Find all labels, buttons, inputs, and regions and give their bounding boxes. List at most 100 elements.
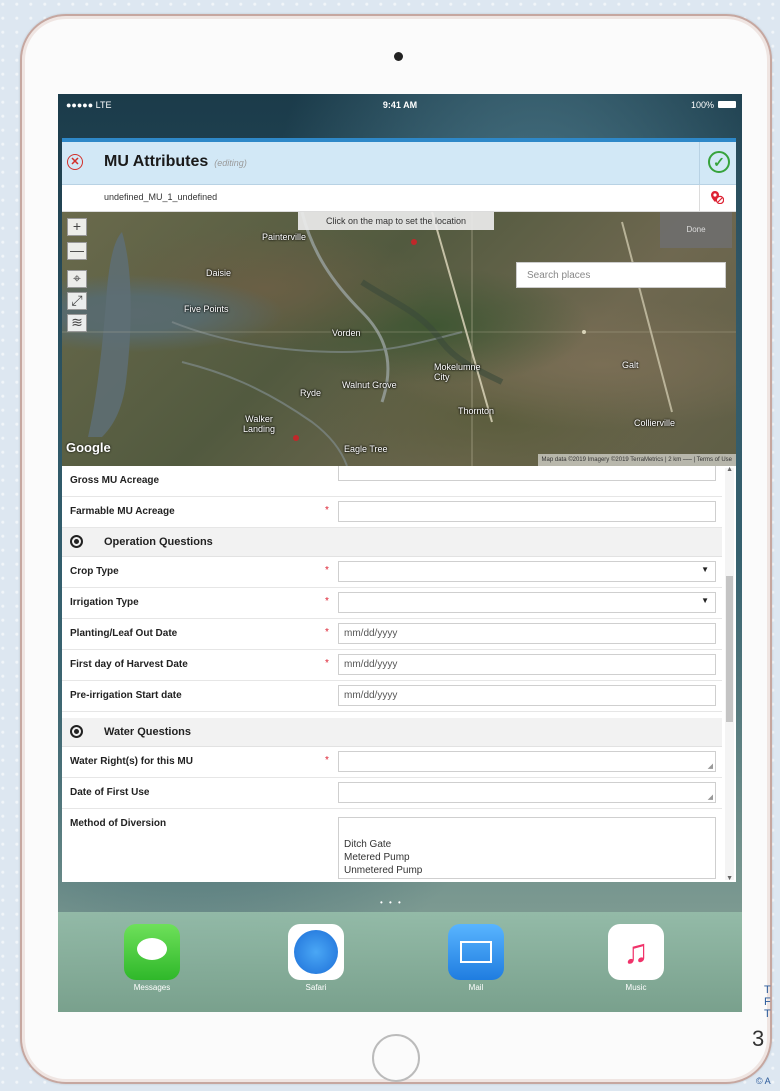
mu-attributes-panel: ✕ MU Attributes (editing) ✓ undefined_MU_… <box>62 138 736 882</box>
field-label: Planting/Leaf Out Date <box>70 628 178 639</box>
scrollbar-thumb[interactable] <box>726 576 733 722</box>
map-place-label: Galt <box>622 360 639 370</box>
form-row-harvest-date: First day of Harvest Date * mm/dd/yyyy <box>62 650 722 681</box>
done-button[interactable]: Done <box>660 212 732 248</box>
clock: 9:41 AM <box>382 100 418 110</box>
list-option[interactable]: Unmetered Pump <box>344 864 715 877</box>
required-marker: * <box>325 627 329 638</box>
field-label: Farmable MU Acreage <box>70 506 175 517</box>
form-row-preirrigation-date: Pre-irrigation Start date mm/dd/yyyy <box>62 681 722 712</box>
farmable-acreage-input[interactable] <box>338 501 716 522</box>
field-label: Crop Type <box>70 566 119 577</box>
location-off-icon[interactable] <box>710 190 724 204</box>
dock-app-safari[interactable]: Safari <box>286 924 346 992</box>
slide-corner-text: T F T <box>764 984 771 1020</box>
map-place-label: Mokelumne City <box>434 362 481 382</box>
map-place-label: Five Points <box>184 304 229 314</box>
scroll-up-arrow-icon[interactable]: ▲ <box>726 466 733 473</box>
form-row-first-use: Date of First Use ◢ <box>62 778 722 809</box>
app-label: Safari <box>305 983 327 992</box>
diversion-method-listbox[interactable]: Ditch Gate Metered Pump Unmetered Pump <box>338 817 716 879</box>
messages-icon[interactable] <box>124 924 180 980</box>
scroll-down-arrow-icon[interactable]: ▼ <box>726 875 733 882</box>
collapse-toggle-icon[interactable] <box>70 725 83 738</box>
map-place-label: Walker Landing <box>242 414 276 434</box>
map-place-label: Vorden <box>332 328 361 338</box>
required-marker: * <box>325 658 329 669</box>
app-label: Mail <box>468 983 484 992</box>
record-bar: undefined_MU_1_undefined <box>62 185 736 212</box>
field-label: Method of Diversion <box>70 818 167 829</box>
panel-header: ✕ MU Attributes (editing) ✓ <box>62 142 736 185</box>
list-option[interactable]: Metered Pump <box>344 851 715 864</box>
water-rights-textarea[interactable]: ◢ <box>338 751 716 772</box>
app-label: Messages <box>133 983 171 992</box>
required-marker: * <box>325 596 329 607</box>
safari-icon[interactable] <box>288 924 344 980</box>
first-use-textarea[interactable]: ◢ <box>338 782 716 803</box>
status-bar: ●●●●● LTE 9:41 AM 100% <box>58 94 742 116</box>
water-questions-header[interactable]: Water Questions <box>62 718 722 747</box>
operation-questions-header[interactable]: Operation Questions <box>62 528 722 557</box>
battery-icon <box>718 101 736 108</box>
zoom-extent-icon[interactable]: ⤢ <box>67 292 87 310</box>
form-row-farmable-acreage: Farmable MU Acreage * <box>62 497 722 528</box>
locate-icon[interactable]: ⌖ <box>67 270 87 288</box>
front-camera <box>394 52 403 61</box>
music-icon[interactable]: ♫ <box>608 924 664 980</box>
title-text: MU Attributes <box>104 153 209 170</box>
google-logo: Google <box>66 440 111 455</box>
field-label: Gross MU Acreage <box>70 475 160 486</box>
harvest-date-input[interactable]: mm/dd/yyyy <box>338 654 716 675</box>
record-divider <box>699 185 700 211</box>
planting-date-input[interactable]: mm/dd/yyyy <box>338 623 716 644</box>
gross-acreage-input[interactable] <box>338 466 716 481</box>
resize-handle-icon[interactable]: ◢ <box>708 793 713 801</box>
panel-title: MU Attributes (editing) <box>104 153 247 171</box>
slide-copyright: © A <box>756 1076 771 1086</box>
collapse-toggle-icon[interactable] <box>70 535 83 548</box>
form-row-crop-type: Crop Type * ▼ <box>62 557 722 588</box>
search-places-input[interactable]: Search places <box>516 262 726 288</box>
map-place-label: Ryde <box>300 388 322 398</box>
ipad-screen: ●●●●● LTE 9:41 AM 100% ✕ MU Attributes (e… <box>58 94 742 1012</box>
map-place-label: Collierville <box>634 418 676 428</box>
required-marker: * <box>325 565 329 576</box>
map-place-label: Walnut Grove <box>342 380 397 390</box>
editing-status: (editing) <box>214 158 247 168</box>
form-row-planting-date: Planting/Leaf Out Date * mm/dd/yyyy <box>62 619 722 650</box>
record-name: undefined_MU_1_undefined <box>104 192 218 202</box>
attributes-form: Gross MU Acreage Farmable MU Acreage * O… <box>62 466 736 882</box>
zoom-out-button[interactable]: — <box>67 242 87 260</box>
section-title: Operation Questions <box>104 536 213 548</box>
resize-handle-icon[interactable]: ◢ <box>708 762 713 770</box>
confirm-check-icon[interactable]: ✓ <box>708 151 730 173</box>
zoom-in-button[interactable]: + <box>67 218 87 236</box>
app-label: Music <box>625 983 647 992</box>
dock-app-messages[interactable]: Messages <box>122 924 182 992</box>
crop-type-select[interactable]: ▼ <box>338 561 716 582</box>
dock-app-mail[interactable]: Mail <box>446 924 506 992</box>
field-label: Pre-irrigation Start date <box>70 690 182 701</box>
irrigation-type-select[interactable]: ▼ <box>338 592 716 613</box>
dock-app-music[interactable]: ♫ Music <box>606 924 666 992</box>
list-option[interactable]: Ditch Gate <box>344 838 715 851</box>
close-icon[interactable]: ✕ <box>67 154 83 170</box>
required-marker: * <box>325 755 329 766</box>
required-marker: * <box>325 505 329 516</box>
dock: Messages Safari Mail ♫ Music <box>58 912 742 1012</box>
form-row-gross-acreage: Gross MU Acreage <box>62 466 722 497</box>
section-title: Water Questions <box>104 726 191 738</box>
form-row-diversion-method: Method of Diversion Ditch Gate Metered P… <box>62 809 722 882</box>
map-place-label: Eagle Tree <box>344 444 388 454</box>
location-map[interactable]: Daisie Painterville Five Points Vorden M… <box>62 212 736 466</box>
preirrigation-date-input[interactable]: mm/dd/yyyy <box>338 685 716 706</box>
mail-icon[interactable] <box>448 924 504 980</box>
field-label: Irrigation Type <box>70 597 139 608</box>
map-place-label: Daisie <box>206 268 232 278</box>
layers-icon[interactable]: ≋ <box>67 314 87 332</box>
field-label: Water Right(s) for this MU <box>70 756 193 767</box>
home-button[interactable] <box>372 1034 420 1082</box>
header-divider <box>699 142 700 184</box>
form-row-water-rights: Water Right(s) for this MU * ◢ <box>62 747 722 778</box>
